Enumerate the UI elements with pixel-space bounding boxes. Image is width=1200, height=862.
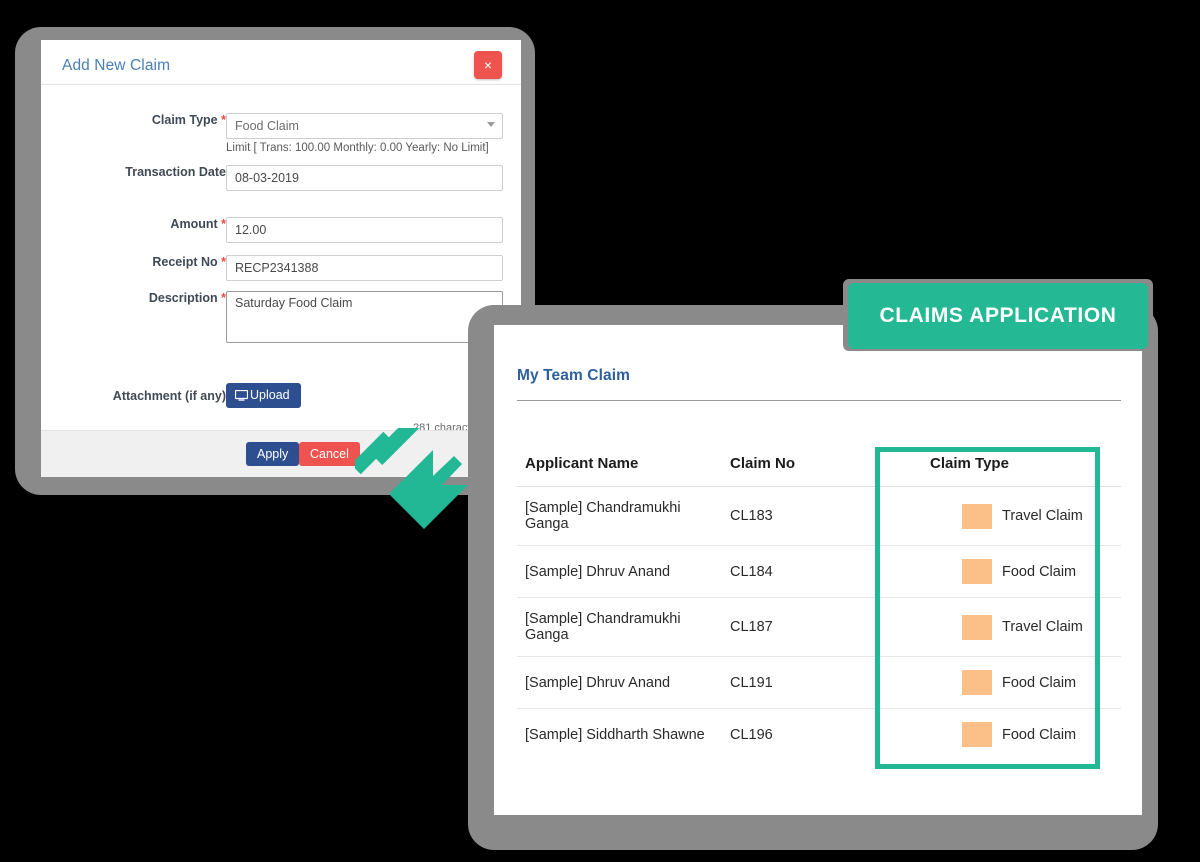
cell-claim-no: CL191 [722, 656, 922, 709]
cell-applicant-name: [Sample] Siddharth Shawne [525, 726, 705, 743]
cell-applicant-name: [Sample] Dhruv Anand [517, 545, 722, 598]
transaction-date-label-text: Transaction Date [125, 165, 226, 179]
description-textarea[interactable]: Saturday Food Claim [226, 291, 503, 343]
claim-type-label-text: Claim Type [151, 113, 218, 127]
cell-applicant-name: [Sample] Chandramukhi Ganga [517, 486, 722, 546]
claim-type-cell-content: Food Claim [930, 722, 1121, 747]
column-header-claim-type[interactable]: Claim Type [922, 445, 1121, 487]
attachment-label-text: Attachment (if any) [112, 389, 226, 403]
add-new-claim-modal: Add New Claim × Claim Type * Food ClaimT… [41, 40, 521, 477]
claims-table-header-row: Applicant Name Claim No Claim Type [517, 445, 1121, 487]
claim-type-color-swatch [962, 559, 992, 584]
table-row[interactable]: [Sample] Dhruv Anand CL184 Food Claim [517, 545, 1121, 598]
banner-label: CLAIMS APPLICATION [879, 304, 1117, 327]
claim-type-label-value: Food Claim [1002, 563, 1077, 580]
description-control: Saturday Food Claim [226, 291, 503, 348]
panel-title-divider [517, 400, 1121, 401]
column-header-claim-no[interactable]: Claim No [722, 445, 922, 487]
table-row[interactable]: [Sample] Chandramukhi Ganga CL187 Travel C… [517, 597, 1121, 657]
close-icon[interactable]: × [474, 51, 502, 79]
claims-table-body: [Sample] Chandramukhi Ganga CL183 Travel C… [517, 486, 1121, 761]
claim-type-label-value: Food Claim [1002, 726, 1077, 743]
claims-table: Applicant Name Claim No Claim Type [Samp… [517, 445, 1121, 760]
description-label-text: Description [148, 291, 218, 305]
claim-type-label-value: Travel Claim [1002, 508, 1083, 524]
modal-header: Add New Claim × [41, 40, 521, 85]
apply-button[interactable]: Apply [246, 442, 300, 466]
table-row[interactable]: [Sample] Dhruv Anand CL191 Food Claim [517, 656, 1121, 709]
transaction-date-input[interactable] [226, 165, 503, 191]
claim-type-limit-note: Limit [ Trans: 100.00 Monthly: 0.00 Year… [226, 142, 489, 154]
transaction-date-label: Transaction Date [76, 165, 226, 179]
my-team-claim-panel: My Team Claim Applicant Name Claim No Cl… [494, 325, 1142, 815]
amount-label-text: Amount [170, 217, 218, 231]
panel-title: My Team Claim [517, 367, 630, 384]
table-row[interactable]: [Sample] Chandramukhi Ganga CL183 Travel C… [517, 486, 1121, 546]
claim-type-label-value: Travel Claim [1002, 619, 1083, 635]
claim-type-control: Food ClaimTravel Claim Limit [ Trans: 10… [226, 113, 503, 154]
receipt-no-input[interactable] [226, 255, 503, 281]
cell-applicant-name: [Sample] Dhruv Anand [517, 656, 722, 709]
claim-type-cell-content: Food Claim [930, 559, 1121, 584]
cell-claim-no: CL187 [722, 597, 922, 657]
cell-applicant-name: [Sample] Chandramukhi Ganga [517, 597, 722, 657]
receipt-no-label: Receipt No * [76, 255, 226, 269]
claim-type-color-swatch [962, 614, 992, 640]
claim-type-cell-content: Food Claim [930, 670, 1121, 695]
claim-type-cell-content: Travel Claim [930, 614, 1121, 640]
attachment-label: Attachment (if any) [76, 389, 226, 403]
description-label: Description * [76, 291, 226, 305]
claims-application-banner: CLAIMS APPLICATION [848, 283, 1148, 349]
claim-type-color-swatch [962, 670, 992, 695]
amount-input[interactable] [226, 217, 503, 243]
claim-type-label-value: Food Claim [1002, 674, 1077, 691]
cell-claim-type: Travel Claim [922, 597, 1121, 657]
claim-type-select-wrapper: Food ClaimTravel Claim [226, 113, 503, 139]
cell-claim-type: Travel Claim [922, 486, 1121, 546]
transaction-date-control [226, 165, 503, 191]
cell-claim-no: CL183 [722, 486, 922, 546]
upload-button-label: Upload [250, 388, 290, 402]
cell-claim-no: CL184 [722, 545, 922, 598]
table-row[interactable]: [Sample] Siddharth Shawne CL196 Food Claim [517, 709, 1121, 761]
claim-type-select[interactable]: Food ClaimTravel Claim [226, 113, 503, 139]
cell-claim-type: Food Claim [922, 656, 1121, 709]
cell-claim-type: Food Claim [922, 545, 1121, 598]
cell-claim-no: CL196 [730, 726, 773, 743]
upload-button[interactable]: Upload [226, 383, 301, 408]
page-root: Add New Claim × Claim Type * Food ClaimT… [0, 0, 1200, 862]
modal-body: Claim Type * Food ClaimTravel Claim Limi… [41, 85, 521, 434]
claim-type-label: Claim Type * [76, 113, 226, 127]
claims-table-head: Applicant Name Claim No Claim Type [517, 445, 1121, 487]
arrow-down-right-icon [350, 417, 470, 538]
claim-type-color-swatch [962, 722, 992, 747]
receipt-no-control [226, 255, 503, 281]
claim-type-color-swatch [962, 503, 992, 529]
cancel-button[interactable]: Cancel [299, 442, 360, 466]
claim-type-cell-content: Travel Claim [930, 503, 1121, 529]
monitor-upload-icon [234, 389, 249, 401]
cell-claim-type: Food Claim [922, 709, 1121, 761]
receipt-no-label-text: Receipt No [152, 255, 218, 269]
column-header-applicant-name[interactable]: Applicant Name [517, 445, 722, 487]
amount-control [226, 217, 503, 243]
modal-title: Add New Claim [62, 57, 171, 74]
amount-label: Amount * [76, 217, 226, 231]
